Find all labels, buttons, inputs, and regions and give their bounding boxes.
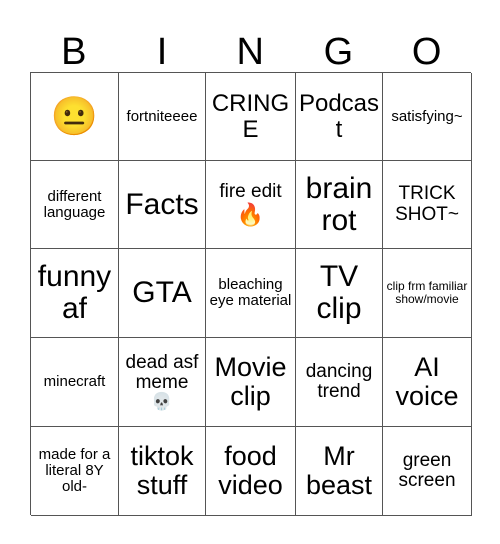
bingo-cell-label: fortniteeee — [126, 107, 198, 125]
bingo-cell-label: brain rot — [305, 171, 373, 237]
bingo-cell-r4c3[interactable]: Movie clip — [206, 338, 296, 427]
bingo-header-letter-i: I — [156, 31, 168, 73]
bingo-cell-label: bleaching eye material — [209, 276, 292, 309]
bingo-cell-r3c2[interactable]: GTA — [119, 249, 206, 338]
bingo-cell-label: green screen — [398, 449, 456, 491]
bingo-cell-label: clip frm familiar show/movie — [386, 279, 468, 306]
fire-emoji: 🔥 — [236, 201, 265, 227]
bingo-cell-label: TV clip — [316, 260, 362, 325]
bingo-cell-label: AI voice — [395, 352, 459, 411]
bingo-cell-content: fire edit 🔥 — [208, 182, 293, 226]
bingo-cell-label: fire edit — [219, 181, 282, 203]
bingo-cell-label: different language — [43, 187, 106, 221]
bingo-cell-r2c1[interactable]: different language — [31, 161, 119, 249]
bingo-cell-label: CRINGE — [211, 90, 290, 143]
bingo-cell-label: minecraft — [43, 373, 106, 391]
bingo-cell-r5c1[interactable]: made for a literal 8Y old- — [31, 427, 119, 516]
bingo-cell-r1c2[interactable]: fortniteeee — [119, 73, 206, 161]
bingo-header-letter-n: N — [236, 31, 265, 73]
bingo-cell-content: dead asf meme 💀 — [121, 351, 203, 412]
bingo-cell-r5c2[interactable]: tiktok stuff — [119, 427, 206, 516]
bingo-grid: 😐 fortniteeee CRINGE Podcast satisfying~ diff… — [30, 72, 472, 516]
bingo-cell-label: dancing trend — [305, 360, 373, 402]
bingo-cell-r2c3[interactable]: fire edit 🔥 — [206, 161, 296, 249]
bingo-cell-r3c4[interactable]: TV clip — [296, 249, 383, 338]
bingo-cell-label: Podcast — [298, 90, 380, 143]
bingo-cell-r5c5[interactable]: green screen — [383, 427, 472, 516]
bingo-cell-r5c4[interactable]: Mr beast — [296, 427, 383, 516]
bingo-header-row: BINGO — [30, 18, 471, 72]
bingo-cell-r3c5[interactable]: clip frm familiar show/movie — [383, 249, 472, 338]
bingo-cell-r5c3[interactable]: food video — [206, 427, 296, 516]
bingo-cell-label: funny af — [37, 260, 112, 325]
bingo-cell-r1c4[interactable]: Podcast — [296, 73, 383, 161]
bingo-cell-r3c3[interactable]: bleaching eye material — [206, 249, 296, 338]
bingo-cell-r1c1[interactable]: 😐 — [31, 73, 119, 161]
bingo-cell-label: made for a literal 8Y old- — [38, 446, 111, 495]
bingo-cell-label: satisfying~ — [391, 107, 463, 125]
bingo-cell-r4c1[interactable]: minecraft — [31, 338, 119, 427]
bingo-cell-r1c3[interactable]: CRINGE — [206, 73, 296, 161]
skull-emoji: 💀 — [151, 391, 173, 411]
bingo-cell-label: Mr beast — [305, 441, 373, 500]
bingo-cell-r4c4[interactable]: dancing trend — [296, 338, 383, 427]
bingo-header-letter-o: O — [411, 31, 442, 73]
bingo-cell-label: TRICK SHOT~ — [395, 183, 459, 225]
bingo-cell-r4c5[interactable]: AI voice — [383, 338, 472, 427]
bingo-cell-label: Movie clip — [214, 352, 287, 411]
bingo-cell-r4c2[interactable]: dead asf meme 💀 — [119, 338, 206, 427]
bingo-cell-label: dead asf meme — [125, 351, 199, 393]
bingo-cell-r2c5[interactable]: TRICK SHOT~ — [383, 161, 472, 249]
bingo-cell-label: food video — [218, 441, 283, 500]
bingo-cell-r3c1[interactable]: funny af — [31, 249, 119, 338]
bingo-cell-r2c2[interactable]: Facts — [119, 161, 206, 249]
bingo-header-letter-b: B — [61, 31, 88, 73]
neutral-face-emoji: 😐 — [50, 95, 99, 138]
bingo-cell-label: Facts — [125, 187, 199, 221]
bingo-cell-r2c4[interactable]: brain rot — [296, 161, 383, 249]
bingo-cell-label: tiktok stuff — [130, 441, 194, 500]
bingo-cell-label: GTA — [132, 276, 192, 310]
bingo-card: B I N G O 😐 fortniteeee CRINGE Podcast satisfyin… — [0, 0, 500, 544]
bingo-header-letter-g: G — [323, 31, 354, 73]
bingo-cell-r1c5[interactable]: satisfying~ — [383, 73, 472, 161]
